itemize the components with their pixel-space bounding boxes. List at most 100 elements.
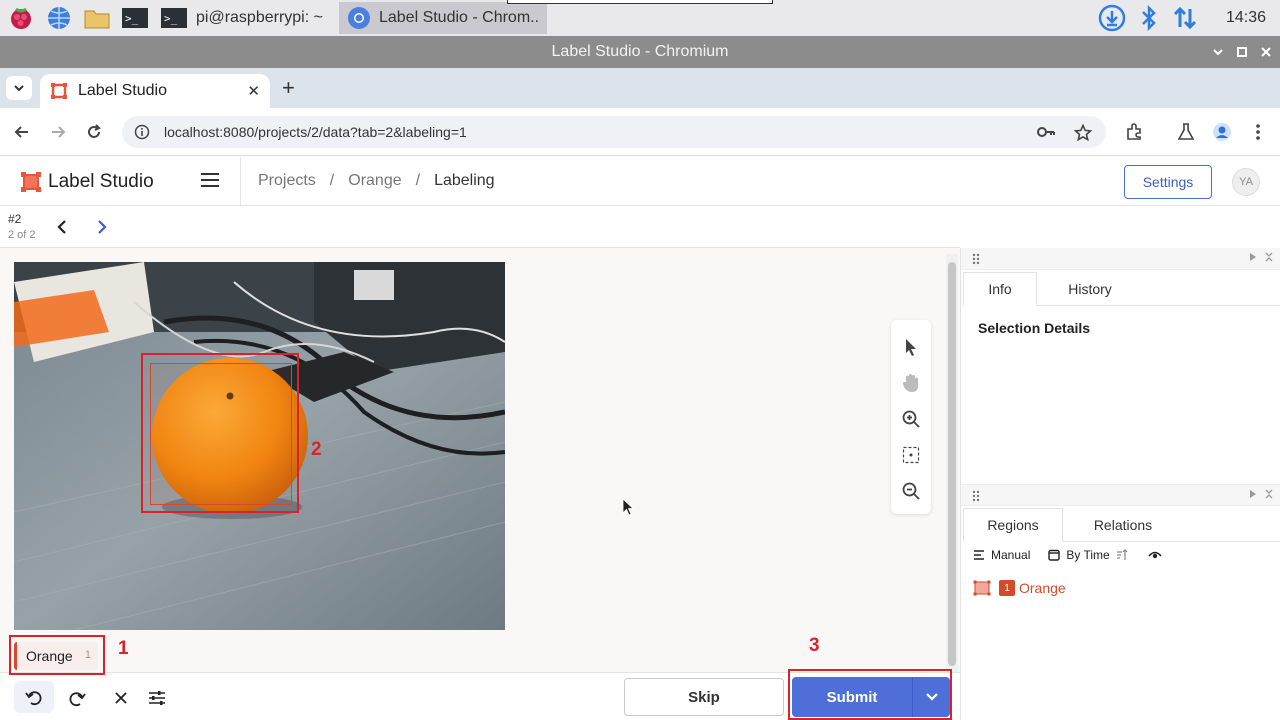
new-tab-button[interactable]: + [282,77,295,99]
password-key-icon[interactable] [1036,124,1056,142]
workspace-scrollbar-thumb[interactable] [948,262,956,666]
annotation-box-label [9,635,105,675]
breadcrumb-project[interactable]: Orange [348,172,401,190]
reload-icon[interactable] [82,120,106,144]
drag-grip-icon[interactable] [972,253,980,265]
browser-tab-title: Label Studio [78,82,167,99]
breadcrumb: Projects / Orange / Labeling [258,172,495,190]
pan-hand-icon[interactable] [900,372,922,394]
next-task-button[interactable] [94,218,110,236]
annotation-number-3: 3 [809,635,820,656]
address-bar[interactable]: localhost:8080/projects/2/data?tab=2&lab… [122,116,1106,148]
zoom-out-icon[interactable] [900,480,922,502]
raspberry-menu-icon[interactable] [4,3,38,33]
undo-icon [25,691,42,706]
window-titlebar: Label Studio - Chromium [0,36,1280,68]
site-info-icon[interactable] [134,124,150,140]
close-window-icon[interactable] [1260,46,1272,58]
zoom-in-icon[interactable] [900,408,922,430]
taskbar-browser-label: Label Studio - Chrom.. [378,9,540,26]
image-toolbar [891,320,931,514]
tab-regions[interactable]: Regions [963,508,1063,542]
breadcrumb-current: Labeling [434,172,495,189]
bluetooth-icon[interactable] [1140,5,1158,31]
hamburger-menu-icon[interactable] [200,171,220,189]
network-icon[interactable] [1172,5,1198,31]
app-header: Label Studio Projects / Orange / Labelin… [0,157,1280,206]
taskbar-browser-task[interactable]: Label Studio - Chrom.. [338,2,548,34]
avatar[interactable]: YA [1232,168,1260,196]
side-panel: Info History Selection Details Regions R… [960,248,1280,720]
chevron-down-icon [14,85,24,92]
extensions-icon[interactable] [1122,120,1146,144]
browser-menu-icon[interactable] [1246,120,1270,144]
forward-arrow-icon[interactable] [46,120,70,144]
pointer-tool-icon[interactable] [900,336,922,358]
back-arrow-icon[interactable] [10,120,34,144]
chevron-right-icon [98,220,107,234]
collapse-panel-icon[interactable] [1249,489,1257,499]
terminal-icon[interactable]: >_ [118,3,152,33]
tab-list-button[interactable] [6,76,32,100]
close-panel-icon[interactable] [1265,489,1273,499]
chevron-left-icon [57,220,66,234]
reset-button[interactable] [106,683,136,713]
download-icon[interactable] [1098,4,1126,32]
os-taskbar: >_ >_ pi@raspberrypi: ~ Label Studio - C… [0,0,1280,36]
breadcrumb-projects[interactable]: Projects [258,172,316,190]
app-logo[interactable]: Label Studio [20,171,154,193]
minimize-icon[interactable] [1212,46,1224,58]
redo-button[interactable] [62,683,92,713]
fit-to-screen-icon[interactable] [900,444,922,466]
regions-panel-tabs: Regions Relations [963,508,1280,542]
sort-manual-icon [973,550,985,560]
browser-tabstrip: Label Studio ✕ + [0,68,1280,108]
tab-history[interactable]: History [1037,272,1143,306]
sort-direction-icon[interactable] [1116,549,1128,561]
taskbar-terminal-task[interactable]: >_ pi@raspberrypi: ~ [152,2,331,34]
browser-tab-label-studio[interactable]: Label Studio ✕ [40,74,270,108]
close-icon [115,692,127,704]
task-position: 2 of 2 [8,229,36,241]
label-studio-logo-icon [21,172,41,192]
region-label: Orange [1019,580,1066,596]
region-list-item[interactable]: 1 Orange [973,580,1066,596]
folder-icon[interactable] [80,3,114,33]
skip-button[interactable]: Skip [624,678,784,716]
sort-by-time-button[interactable]: By Time [1066,548,1109,562]
regions-panel-handle[interactable] [961,484,1280,506]
annotation-box-submit [788,669,952,720]
calendar-icon [1048,549,1061,561]
tab-close-icon[interactable]: ✕ [247,82,260,100]
label-studio-favicon [51,83,67,99]
collapse-panel-icon[interactable] [1249,252,1257,262]
info-panel-handle[interactable] [961,248,1280,270]
undo-button[interactable] [14,681,54,713]
maximize-icon[interactable] [1236,46,1248,58]
terminal-icon: >_ [161,8,187,28]
label-bar: Orange 1 [0,632,945,672]
svg-text:>_: >_ [164,12,178,25]
profile-icon[interactable] [1210,120,1234,144]
globe-icon[interactable] [42,3,76,33]
selection-details-heading: Selection Details [978,320,1091,336]
screen-notch [507,0,773,4]
sort-manual-button[interactable]: Manual [991,548,1030,562]
settings-button[interactable]: Settings [1124,165,1212,199]
taskbar-terminal-label: pi@raspberrypi: ~ [196,9,323,26]
previous-task-button[interactable] [54,218,70,236]
close-panel-icon[interactable] [1265,252,1273,262]
drag-grip-icon[interactable] [972,490,980,502]
visibility-toggle-icon[interactable] [1148,549,1162,561]
clock: 14:36 [1225,9,1266,26]
breadcrumb-separator: / [415,172,421,189]
region-index-badge: 1 [999,580,1015,596]
tab-relations[interactable]: Relations [1063,508,1183,542]
labs-flask-icon[interactable] [1174,120,1198,144]
task-navigation: #2 2 of 2 [0,206,960,248]
sliders-icon [149,691,165,705]
tab-info[interactable]: Info [963,272,1037,306]
settings-sliders-button[interactable] [142,683,172,713]
task-id: #2 [8,212,22,226]
bookmark-star-icon[interactable] [1074,124,1092,142]
